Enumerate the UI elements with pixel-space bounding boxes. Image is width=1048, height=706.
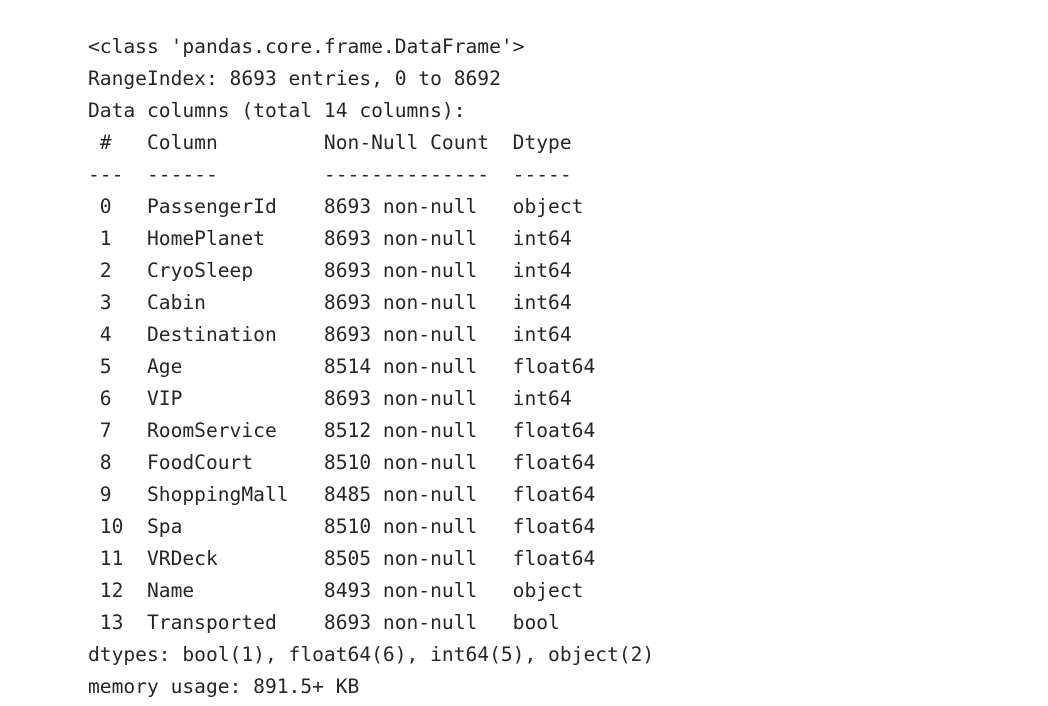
dtypes-summary-line: dtypes: bool(1), float64(6), int64(5), o… [88,642,655,666]
table-header-line: # Column Non-Null Count Dtype [88,130,596,154]
table-row: 4 Destination 8693 non-null int64 [88,322,596,346]
table-row: 3 Cabin 8693 non-null int64 [88,290,596,314]
table-row: 13 Transported 8693 non-null bool [88,610,596,634]
table-row: 11 VRDeck 8505 non-null float64 [88,546,596,570]
data-columns-line: Data columns (total 14 columns): [88,98,466,122]
memory-usage-line: memory usage: 891.5+ KB [88,674,360,698]
table-row: 8 FoodCourt 8510 non-null float64 [88,450,596,474]
table-row: 1 HomePlanet 8693 non-null int64 [88,226,596,250]
table-row: 5 Age 8514 non-null float64 [88,354,596,378]
table-row: 7 RoomService 8512 non-null float64 [88,418,596,442]
table-row: 10 Spa 8510 non-null float64 [88,514,596,538]
range-index-line: RangeIndex: 8693 entries, 0 to 8692 [88,66,501,90]
table-row: 0 PassengerId 8693 non-null object [88,194,596,218]
table-row: 9 ShoppingMall 8485 non-null float64 [88,482,596,506]
table-row: 6 VIP 8693 non-null int64 [88,386,596,410]
dataframe-info-output: <class 'pandas.core.frame.DataFrame'> Ran… [88,31,654,703]
table-row: 2 CryoSleep 8693 non-null int64 [88,258,596,282]
class-line: <class 'pandas.core.frame.DataFrame'> [88,34,525,58]
table-separator-line: --- ------ -------------- ----- [88,162,596,186]
table-row: 12 Name 8493 non-null object [88,578,596,602]
